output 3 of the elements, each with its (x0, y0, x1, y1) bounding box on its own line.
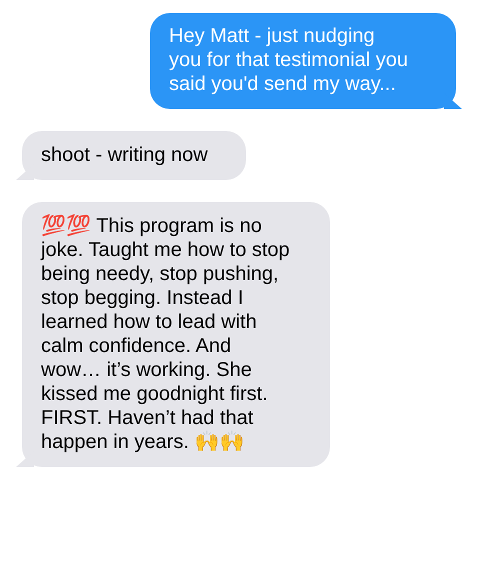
message-bubble: shoot - writing now (22, 131, 246, 180)
message-bubble: Hey Matt - just nudging you for that testimonial you said you'd send my way... (150, 13, 456, 109)
message-bubble: 💯💯 This program is no joke. Taught me how to stop being needy, stop pushing, stop begging. Instead I learned how to lead with calm confidence. And wow… it’s working. She kissed me goodnight first. FIRST. Haven’t had that happen in years. 🙌🙌 (22, 202, 330, 467)
